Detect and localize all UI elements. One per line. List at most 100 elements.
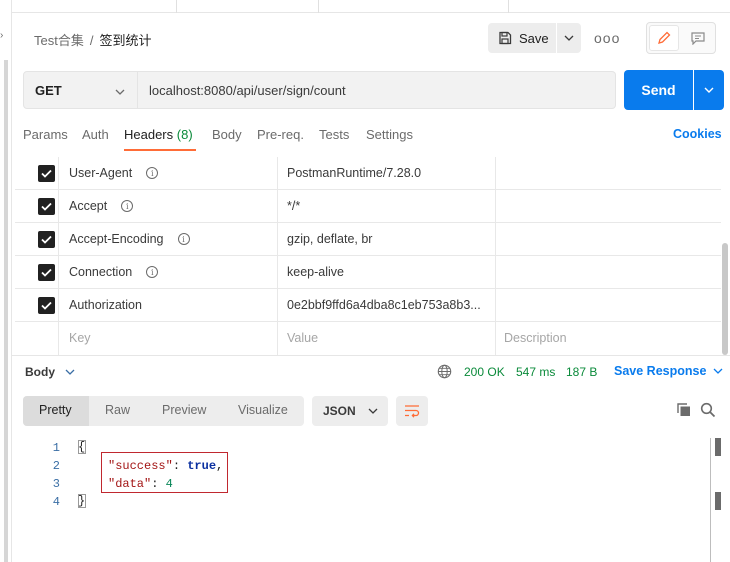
documentation-button[interactable] [684, 25, 712, 51]
breadcrumb-collection[interactable]: Test合集 [34, 33, 84, 48]
tab-headers-count: (8) [176, 127, 193, 142]
code-scroll-track [710, 438, 711, 562]
tab-headers-label: Headers [124, 127, 174, 142]
header-value[interactable]: PostmanRuntime/7.28.0 [287, 166, 421, 180]
tab-params[interactable]: Params [23, 127, 68, 142]
chevron-down-icon [704, 87, 714, 93]
line-number: 3 [52, 477, 60, 491]
url-input[interactable]: localhost:8080/api/user/sign/count [138, 71, 616, 109]
search-icon[interactable] [700, 402, 716, 421]
header-key[interactable]: Authorization [69, 298, 142, 312]
active-tab-indicator [124, 149, 196, 151]
column-divider [277, 157, 278, 190]
copy-icon[interactable] [676, 402, 692, 421]
save-response-button[interactable]: Save Response [614, 364, 723, 378]
more-actions-button[interactable]: ooo [594, 30, 620, 46]
info-icon[interactable]: i [177, 233, 190, 245]
send-button[interactable]: Send [624, 70, 693, 110]
header-key-text: Connection [69, 265, 133, 279]
headers-scrollbar[interactable] [722, 243, 728, 355]
header-key[interactable]: Connection i [69, 265, 159, 279]
response-size[interactable]: 187 B [566, 365, 597, 379]
code-scroll-marker[interactable] [715, 438, 721, 456]
save-response-label: Save Response [614, 364, 707, 378]
view-visualize[interactable]: Visualize [238, 403, 288, 417]
header-value[interactable]: keep-alive [287, 265, 344, 279]
column-divider [277, 289, 278, 322]
header-enabled-checkbox[interactable] [38, 165, 55, 182]
save-options-dropdown[interactable] [557, 23, 581, 53]
format-select-value: JSON [323, 404, 356, 418]
response-body-dropdown[interactable]: Body [25, 365, 75, 379]
status-code[interactable]: 200 OK [464, 365, 505, 379]
wrap-lines-button[interactable] [396, 396, 428, 426]
breadcrumb-separator: / [89, 33, 94, 48]
checkbox-cell [15, 322, 59, 355]
comment-doc-icon [691, 31, 705, 45]
sidebar-collapse-icon[interactable]: › [0, 30, 3, 41]
table-row: Authorization 0e2bbf9ffd6a4dba8c1eb753a8… [15, 289, 721, 322]
tab-pre-request-script[interactable]: Pre-req. [257, 127, 304, 142]
chevron-down-icon [368, 408, 378, 414]
cookies-link[interactable]: Cookies [673, 127, 722, 141]
info-icon[interactable]: i [146, 266, 159, 278]
header-value[interactable]: gzip, deflate, br [287, 232, 372, 246]
table-row: Accept i */* [15, 190, 721, 223]
edit-mode-button[interactable] [649, 25, 679, 51]
code-open-brace: { [78, 440, 86, 454]
new-header-description-input[interactable]: Description [504, 331, 567, 345]
table-row-new: Key Value Description [15, 322, 721, 355]
send-options-dropdown[interactable] [694, 70, 724, 110]
response-time[interactable]: 547 ms [516, 365, 555, 379]
header-key-text: Accept-Encoding [69, 232, 164, 246]
tab-headers[interactable]: Headers (8) [124, 127, 193, 142]
tab-divider [318, 0, 319, 13]
send-button-label: Send [641, 82, 676, 98]
new-header-value-input[interactable]: Value [287, 331, 318, 345]
wrap-lines-icon [405, 405, 420, 418]
info-icon[interactable]: i [121, 200, 134, 212]
format-select[interactable]: JSON [312, 396, 388, 426]
column-divider [277, 256, 278, 289]
column-divider [495, 190, 496, 223]
tab-tests[interactable]: Tests [319, 127, 349, 142]
header-enabled-checkbox[interactable] [38, 198, 55, 215]
code-scroll-marker[interactable] [715, 492, 721, 510]
header-key-text: Authorization [69, 298, 142, 312]
view-pretty[interactable]: Pretty [39, 403, 72, 417]
tab-settings[interactable]: Settings [366, 127, 413, 142]
table-row: Accept-Encoding i gzip, deflate, br [15, 223, 721, 256]
column-divider [495, 289, 496, 322]
header-enabled-checkbox[interactable] [38, 297, 55, 314]
globe-icon[interactable] [437, 364, 452, 382]
response-body-label: Body [25, 365, 55, 379]
column-divider [495, 322, 496, 355]
header-key[interactable]: User-Agent i [69, 166, 159, 180]
check-icon [41, 202, 52, 211]
tab-body[interactable]: Body [212, 127, 242, 142]
code-close-brace: } [78, 494, 86, 508]
view-preview[interactable]: Preview [162, 403, 206, 417]
info-icon[interactable]: i [146, 167, 159, 179]
header-key-text: Accept [69, 199, 108, 213]
save-icon [499, 31, 512, 45]
header-enabled-checkbox[interactable] [38, 231, 55, 248]
request-tab-strip [12, 0, 730, 13]
header-enabled-checkbox[interactable] [38, 264, 55, 281]
chevron-down-icon [115, 83, 125, 98]
sidebar-resize-handle[interactable] [4, 60, 8, 562]
header-value[interactable]: 0e2bbf9ffd6a4dba8c1eb753a8b3... [287, 298, 481, 312]
breadcrumb-request-name[interactable]: 签到统计 [99, 33, 151, 48]
chevron-down-icon [65, 369, 75, 375]
line-number: 1 [52, 441, 60, 455]
header-key[interactable]: Accept-Encoding i [69, 232, 190, 246]
tab-auth[interactable]: Auth [82, 127, 109, 142]
save-button[interactable]: Save [488, 23, 556, 53]
table-row: User-Agent i PostmanRuntime/7.28.0 [15, 157, 721, 190]
view-raw[interactable]: Raw [105, 403, 130, 417]
header-key[interactable]: Accept i [69, 199, 134, 213]
check-icon [41, 235, 52, 244]
header-value[interactable]: */* [287, 199, 300, 213]
new-header-key-input[interactable]: Key [69, 331, 91, 345]
chevron-down-icon [564, 35, 574, 41]
